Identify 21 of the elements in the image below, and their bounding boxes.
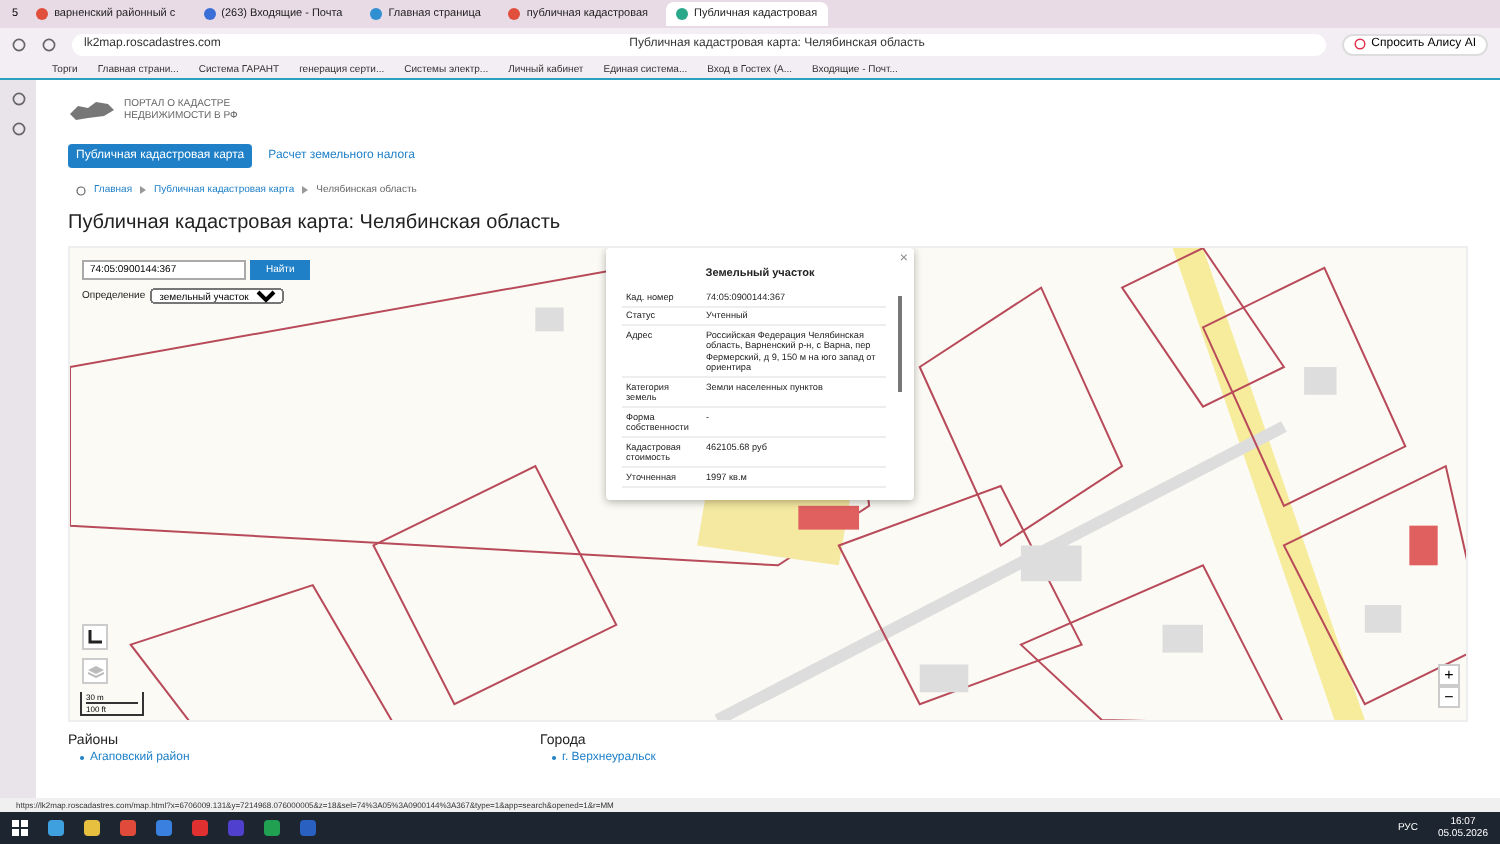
russia-map-icon [68, 98, 116, 122]
corner-icon [88, 630, 102, 644]
chevron-icon [302, 186, 309, 194]
zoom-out-button[interactable]: − [1438, 686, 1460, 708]
chevron-icon [140, 186, 147, 194]
app-icon[interactable] [48, 820, 64, 836]
app-icon[interactable] [156, 820, 172, 836]
zoom-in-button[interactable]: + [1438, 664, 1460, 686]
app-icon[interactable] [264, 820, 280, 836]
app-icon[interactable] [120, 820, 136, 836]
app-icon[interactable] [228, 820, 244, 836]
app-icon[interactable] [192, 820, 208, 836]
ring-icon [1353, 38, 1366, 50]
page-title: Публичная кадастровая карта: Челябинская область [68, 212, 563, 234]
fullscreen-button[interactable] [82, 624, 108, 650]
windows-icon[interactable] [12, 820, 28, 836]
layers-icon [87, 665, 103, 677]
app-icon[interactable] [84, 820, 100, 836]
layers-button[interactable] [82, 658, 108, 684]
scrollbar-thumb[interactable] [898, 296, 902, 392]
app-icon[interactable] [300, 820, 316, 836]
